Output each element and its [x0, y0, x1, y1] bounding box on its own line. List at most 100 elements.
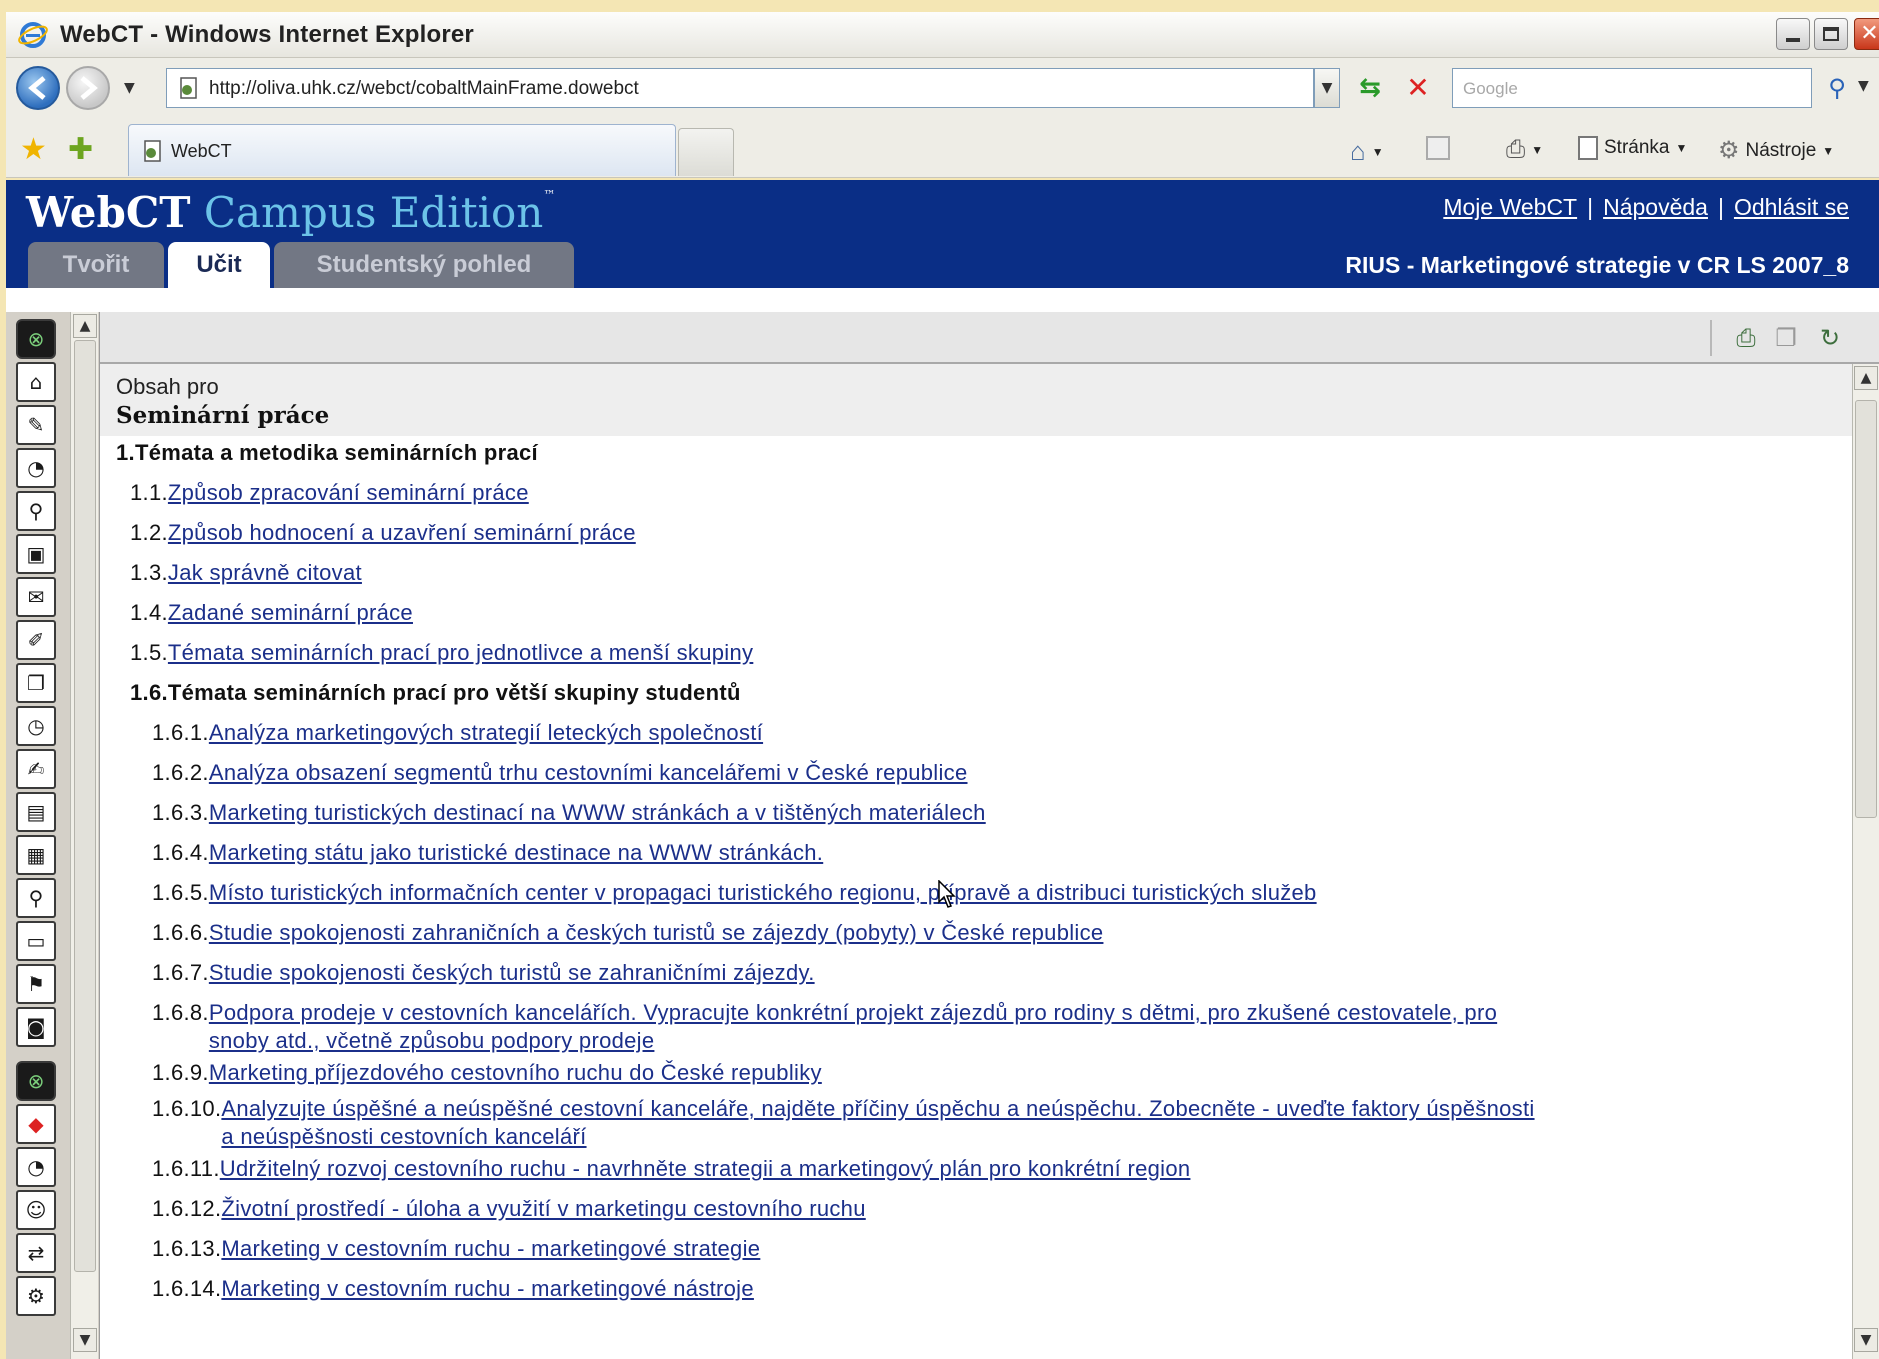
grades-tool-icon[interactable]: ▦ — [16, 835, 56, 875]
new-tab-button[interactable] — [678, 128, 734, 176]
toc-item[interactable]: 1.4.Zadané seminární práce — [130, 598, 413, 628]
add-favorites-icon[interactable]: ✚ — [68, 132, 93, 167]
scroll-up-arrow-icon[interactable]: ▲ — [1854, 366, 1878, 390]
home-button[interactable]: ⌂ ▼ — [1350, 136, 1384, 167]
glossary-tool-icon[interactable]: ▣ — [16, 534, 56, 574]
tab-create[interactable]: Tvořit — [28, 242, 164, 288]
feeds-button[interactable] — [1426, 136, 1450, 160]
toc-item-link[interactable]: Místo turistických informačních center v… — [209, 880, 1317, 905]
search-tool-icon[interactable]: ⚲ — [16, 491, 56, 531]
files-tool-icon[interactable]: ▤ — [16, 792, 56, 832]
toc-item-link[interactable]: Marketing v cestovním ruchu - marketingo… — [221, 1236, 760, 1261]
toc-item-link[interactable]: Témata seminárních prací pro jednotlivce… — [168, 640, 753, 665]
toc-item-continuation[interactable]: snoby atd., včetně způsobu podpory prode… — [209, 1026, 655, 1056]
stop-button[interactable]: ✕ — [1400, 70, 1436, 106]
favorites-star-icon[interactable]: ★ — [20, 132, 47, 167]
toc-item[interactable]: 1.6.2.Analýza obsazení segmentů trhu ces… — [152, 758, 968, 788]
scroll-down-arrow-icon[interactable]: ▼ — [73, 1328, 97, 1352]
presentations-tool-icon[interactable]: ▭ — [16, 921, 56, 961]
discussion-tool-icon[interactable]: ✉ — [16, 577, 56, 617]
toc-item[interactable]: 1.6.7.Studie spokojenosti českých turist… — [152, 958, 815, 988]
pin-tool-icon[interactable]: ✐ — [16, 620, 56, 660]
close-button[interactable]: ✕ — [1854, 18, 1879, 50]
back-button[interactable] — [16, 66, 60, 110]
minimize-button[interactable] — [1776, 18, 1810, 50]
roster-tool-icon[interactable]: ◙ — [16, 1007, 56, 1047]
toc-item[interactable]: 1.6.5.Místo turistických informačních ce… — [152, 878, 1317, 908]
restore-button[interactable] — [1814, 18, 1848, 50]
content-scrollbar[interactable]: ▲ ▼ — [1852, 364, 1879, 1359]
toc-item-link[interactable]: Podpora prodeje v cestovních kancelářích… — [209, 1000, 1497, 1025]
quiz-tool-icon[interactable]: ✍ — [16, 749, 56, 789]
refresh-button[interactable]: ⇆ — [1352, 70, 1388, 106]
course-tools-toggle-icon[interactable]: ⊗ — [16, 319, 56, 359]
toc-item[interactable]: 1.6.12.Životní prostředí - úloha a využi… — [152, 1194, 866, 1224]
copy-icon[interactable]: ❐ — [1770, 322, 1802, 354]
search-options-dropdown[interactable]: ▼ — [1858, 78, 1869, 94]
toc-item-link[interactable]: Způsob hodnocení a uzavření seminární pr… — [168, 520, 636, 545]
toc-item-link[interactable]: Analýza marketingových strategií letecký… — [209, 720, 763, 745]
toc-item[interactable]: 1.6.13.Marketing v cestovním ruchu - mar… — [152, 1234, 760, 1264]
toc-item-link[interactable]: Analýza obsazení segmentů trhu cestovním… — [209, 760, 968, 785]
toc-item-link[interactable]: Udržitelný rozvoj cestovního ruchu - nav… — [220, 1156, 1191, 1181]
browser-tab-webct[interactable]: WebCT — [128, 124, 676, 176]
toc-item-link[interactable]: Jak správně citovat — [168, 560, 362, 585]
search-button[interactable]: ⚲ — [1820, 70, 1854, 106]
toc-item[interactable]: 1.6.1.Analýza marketingových strategií l… — [152, 718, 763, 748]
toc-item-link[interactable]: Marketing v cestovním ruchu - marketingo… — [221, 1276, 754, 1301]
refresh-page-icon[interactable]: ↻ — [1814, 322, 1846, 354]
groups-tool-icon[interactable]: ⚑ — [16, 964, 56, 1004]
export-tool-icon[interactable]: ⇄ — [16, 1233, 56, 1273]
tools-scrollbar[interactable]: ▲ ▼ — [70, 312, 98, 1359]
print-button[interactable]: ⎙ ▼ — [1506, 136, 1543, 164]
recent-pages-dropdown[interactable]: ▼ — [124, 80, 135, 96]
toc-item[interactable]: 1.3.Jak správně citovat — [130, 558, 362, 588]
my-webct-link[interactable]: Moje WebCT — [1443, 194, 1577, 220]
toc-item-link[interactable]: Zadané seminární práce — [168, 600, 413, 625]
toc-item-link[interactable]: Způsob zpracování seminární práce — [168, 480, 529, 505]
toc-item-continuation[interactable]: a neúspěšnosti cestovních kanceláří — [221, 1122, 586, 1152]
print-page-icon[interactable]: ⎙ — [1730, 322, 1762, 354]
toc-item[interactable]: 1.6.11.Udržitelný rozvoj cestovního ruch… — [152, 1154, 1190, 1184]
toc-item[interactable]: 1.6.14.Marketing v cestovním ruchu - mar… — [152, 1274, 754, 1304]
toc-item[interactable]: 1.5.Témata seminárních prací pro jednotl… — [130, 638, 753, 668]
toc-item[interactable]: 1.6.3.Marketing turistických destinací n… — [152, 798, 986, 828]
content-tool-icon[interactable]: ✎ — [16, 405, 56, 445]
address-dropdown-button[interactable]: ▼ — [1314, 68, 1340, 108]
calendar-tool-icon[interactable]: ◔ — [16, 448, 56, 488]
logout-link[interactable]: Odhlásit se — [1734, 194, 1849, 220]
toc-item[interactable]: 1.6.8.Podpora prodeje v cestovních kance… — [152, 998, 1497, 1028]
toc-item-link[interactable]: Marketing státu jako turistické destinac… — [209, 840, 823, 865]
chat-tool-icon[interactable]: ◔ — [16, 1147, 56, 1187]
utilities-toggle-icon[interactable]: ⊗ — [16, 1061, 56, 1101]
scrollbar-thumb[interactable] — [1855, 400, 1877, 818]
toc-item[interactable]: 1.6.10.Analyzujte úspěšné a neúspěšné ce… — [152, 1094, 1535, 1124]
timer-tool-icon[interactable]: ◷ — [16, 706, 56, 746]
toc-item-link[interactable]: Studie spokojenosti českých turistů se z… — [209, 960, 815, 985]
settings-tool-icon[interactable]: ⚙ — [16, 1276, 56, 1316]
scroll-down-arrow-icon[interactable]: ▼ — [1854, 1328, 1878, 1352]
people-tool-icon[interactable]: ☺ — [16, 1190, 56, 1230]
bookmark-tool-icon[interactable]: ◆ — [16, 1104, 56, 1144]
assignments-tool-icon[interactable]: ❐ — [16, 663, 56, 703]
scrollbar-thumb[interactable] — [74, 340, 96, 1272]
toc-item-link[interactable]: Analyzujte úspěšné a neúspěšné cestovní … — [221, 1096, 1534, 1121]
tools-menu-button[interactable]: ⚙ Nástroje ▼ — [1718, 136, 1834, 165]
forward-button[interactable] — [66, 66, 110, 110]
toc-item[interactable]: 1.2.Způsob hodnocení a uzavření seminárn… — [130, 518, 636, 548]
page-menu-button[interactable]: Stránka ▼ — [1578, 136, 1687, 160]
tab-student-view[interactable]: Studentský pohled — [274, 242, 574, 288]
homepage-tool-icon[interactable]: ⌂ — [16, 362, 56, 402]
toc-item-link[interactable]: Marketing příjezdového cestovního ruchu … — [209, 1060, 822, 1085]
address-bar[interactable]: http://oliva.uhk.cz/webct/cobaltMainFram… — [166, 68, 1314, 108]
search-input[interactable]: Google — [1452, 68, 1812, 108]
toc-item-link[interactable]: Marketing turistických destinací na WWW … — [209, 800, 986, 825]
help-link[interactable]: Nápověda — [1603, 194, 1708, 220]
toc-item-link[interactable]: snoby atd., včetně způsobu podpory prode… — [209, 1028, 655, 1053]
toc-item[interactable]: 1.1.Způsob zpracování seminární práce — [130, 478, 529, 508]
toc-item[interactable]: 1.6.9.Marketing příjezdového cestovního … — [152, 1058, 822, 1088]
tab-teach[interactable]: Učit — [168, 242, 270, 288]
tracking-tool-icon[interactable]: ⚲ — [16, 878, 56, 918]
scroll-up-arrow-icon[interactable]: ▲ — [73, 314, 97, 338]
toc-item[interactable]: 1.6.6.Studie spokojenosti zahraničních a… — [152, 918, 1103, 948]
